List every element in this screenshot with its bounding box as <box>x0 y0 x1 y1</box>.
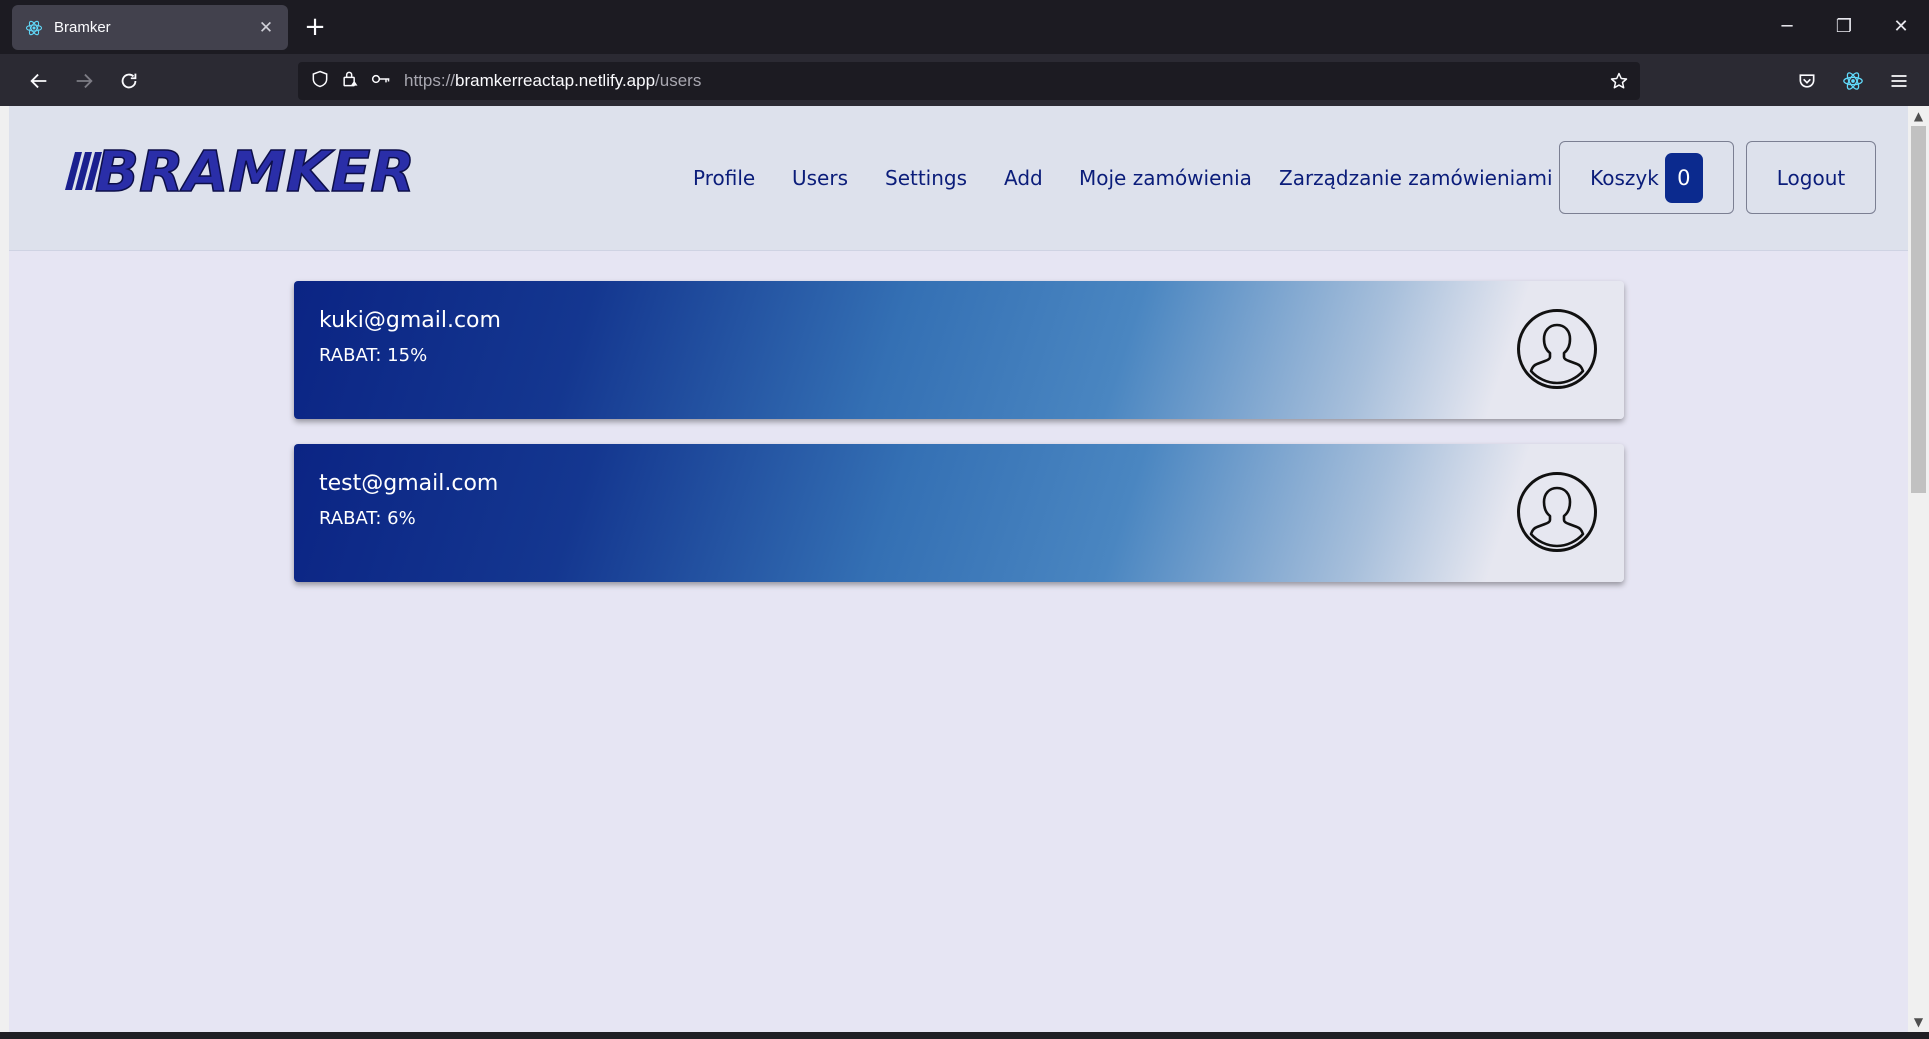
pocket-icon[interactable] <box>1790 64 1824 98</box>
star-icon[interactable] <box>1606 68 1632 94</box>
user-avatar-icon <box>1516 471 1598 553</box>
close-tab-icon[interactable]: ✕ <box>256 18 276 38</box>
back-arrow-icon[interactable] <box>22 64 56 98</box>
key-icon[interactable] <box>370 69 392 93</box>
cart-count-badge: 0 <box>1664 152 1703 203</box>
left-gutter <box>0 106 9 1032</box>
site-header: BRAMKER Profile Users Settings Add Moje … <box>9 106 1908 251</box>
reload-icon[interactable] <box>112 64 146 98</box>
user-rabat: RABAT: 15% <box>319 345 428 366</box>
user-avatar-icon <box>1516 308 1598 390</box>
url-bar[interactable]: https://bramkerreactap.netlify.app/users <box>298 62 1640 100</box>
taskbar-edge <box>0 1032 1929 1039</box>
scroll-down-icon[interactable]: ▼ <box>1908 1012 1929 1032</box>
user-email: kuki@gmail.com <box>319 308 501 333</box>
browser-tab[interactable]: Bramker ✕ <box>12 5 288 50</box>
close-window-button[interactable]: ✕ <box>1881 10 1921 44</box>
logout-button[interactable]: Logout <box>1746 141 1876 214</box>
forward-arrow-icon[interactable] <box>67 64 101 98</box>
user-card[interactable]: test@gmail.com RABAT: 6% <box>294 444 1624 582</box>
user-rabat: RABAT: 6% <box>319 508 416 529</box>
scroll-up-icon[interactable]: ▲ <box>1908 106 1929 126</box>
nav-link-moje-zamowienia[interactable]: Moje zamówienia <box>1079 166 1252 190</box>
shield-icon[interactable] <box>310 69 330 93</box>
nav-link-users[interactable]: Users <box>792 166 848 190</box>
react-favicon-icon <box>24 18 44 38</box>
bramker-logo[interactable]: BRAMKER <box>65 139 435 206</box>
nav-link-add[interactable]: Add <box>1004 166 1043 190</box>
url-path: /users <box>655 71 702 90</box>
menu-icon[interactable] <box>1882 64 1916 98</box>
nav-link-settings[interactable]: Settings <box>885 166 967 190</box>
nav-link-zarzadzanie-zamowieniami[interactable]: Zarządzanie zamówieniami <box>1279 166 1553 190</box>
react-devtools-icon[interactable] <box>1836 64 1870 98</box>
scrollbar-thumb[interactable] <box>1911 126 1926 493</box>
lock-icon[interactable] <box>340 69 360 93</box>
cart-label: Koszyk <box>1590 165 1659 190</box>
cart-button[interactable]: Koszyk 0 <box>1559 141 1734 214</box>
restore-window-button[interactable]: ❐ <box>1824 10 1864 44</box>
minimize-window-button[interactable]: ─ <box>1767 10 1807 44</box>
new-tab-button[interactable]: + <box>300 12 330 42</box>
user-email: test@gmail.com <box>319 471 499 496</box>
user-card[interactable]: kuki@gmail.com RABAT: 15% <box>294 281 1624 419</box>
page-viewport: BRAMKER Profile Users Settings Add Moje … <box>9 106 1908 1032</box>
url-scheme: https:// <box>404 71 456 90</box>
url-host: bramkerreactap.netlify.app <box>455 71 656 90</box>
browser-tab-strip: Bramker ✕ + ─ ❐ ✕ <box>0 0 1929 54</box>
tab-title: Bramker <box>54 19 111 36</box>
url-text[interactable]: https://bramkerreactap.netlify.app/users <box>404 71 701 91</box>
logo-text: BRAMKER <box>95 146 415 205</box>
nav-link-profile[interactable]: Profile <box>693 166 755 190</box>
